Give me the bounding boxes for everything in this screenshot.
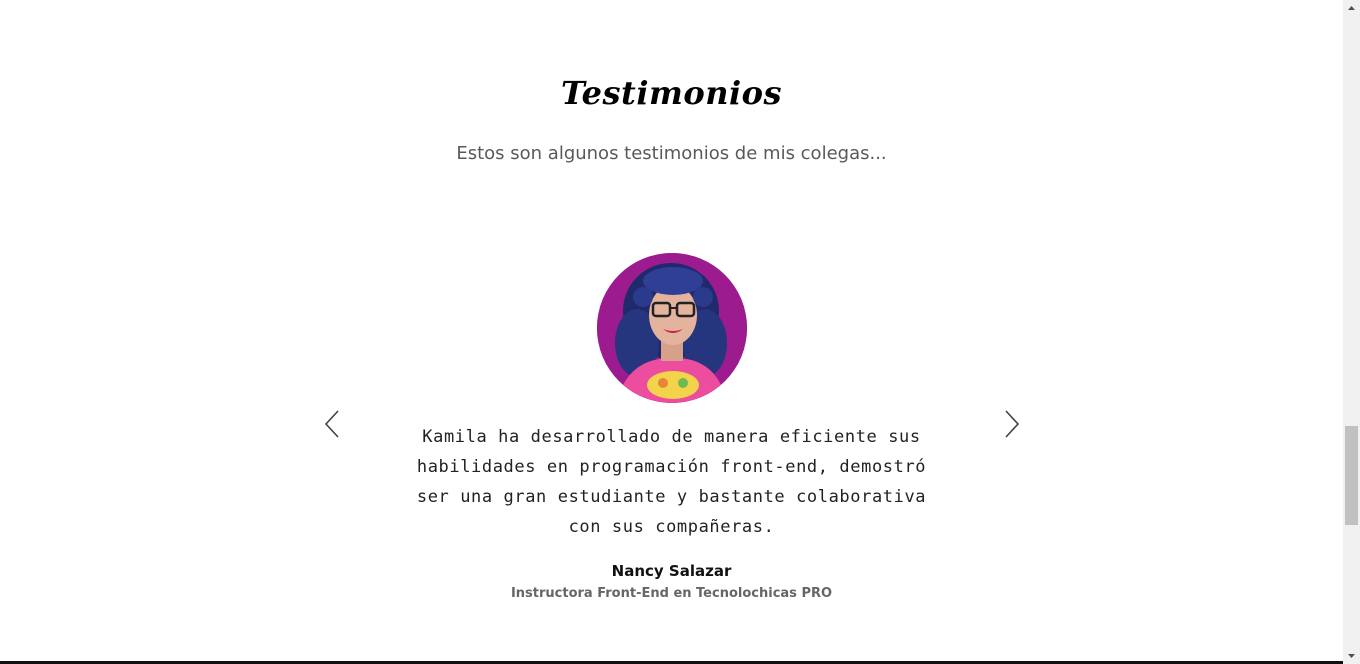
- carousel-prev-button[interactable]: [320, 408, 344, 440]
- avatar-photo: [597, 253, 747, 403]
- testimonial-author: Nancy Salazar: [611, 562, 732, 580]
- scroll-down-button[interactable]: [1343, 647, 1360, 664]
- avatar: [597, 253, 747, 403]
- chevron-right-icon: [1005, 410, 1020, 438]
- carousel-next-button[interactable]: [1000, 408, 1024, 440]
- testimonial-quote: Kamila ha desarrollado de manera eficien…: [416, 427, 927, 537]
- testimonial-role: Instructora Front-End en Tecnolochicas P…: [510, 586, 833, 601]
- page: Testimonios Estos son algunos testimonio…: [0, 0, 1360, 664]
- section-subtitle: Estos son algunos testimonios de mis col…: [456, 143, 887, 164]
- section-title: Testimonios: [561, 74, 782, 112]
- arrow-up-icon: [1348, 6, 1355, 10]
- scrollbar-thumb[interactable]: [1345, 426, 1358, 525]
- chevron-left-icon: [324, 410, 339, 438]
- testimonials-section: Testimonios Estos son algunos testimonio…: [0, 0, 1343, 664]
- arrow-down-icon: [1348, 654, 1355, 658]
- vertical-scrollbar[interactable]: [1343, 0, 1360, 664]
- scroll-up-button[interactable]: [1343, 0, 1360, 17]
